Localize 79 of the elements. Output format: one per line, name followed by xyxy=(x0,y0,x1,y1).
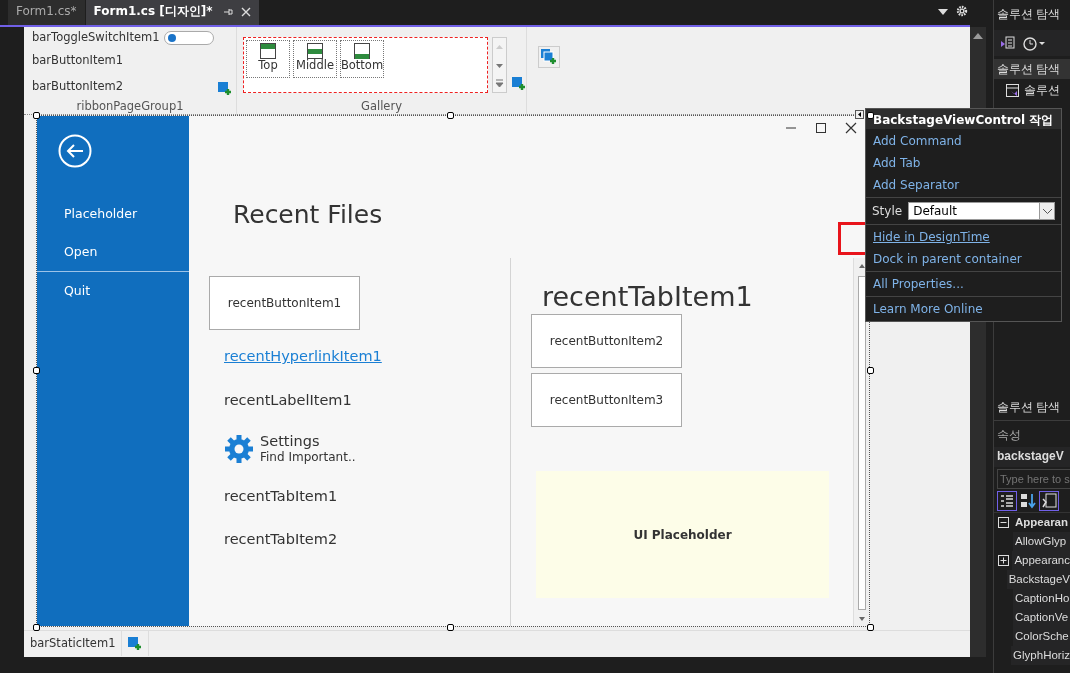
action-link[interactable]: Add Tab xyxy=(866,152,1061,174)
panel-title: BackstageViewControl 작업 xyxy=(866,109,1061,129)
action-link[interactable]: Add Separator xyxy=(866,174,1061,196)
scroll-track[interactable] xyxy=(857,276,866,610)
property-pages-icon[interactable] xyxy=(1039,490,1059,511)
add-item-icon[interactable] xyxy=(218,81,232,96)
gallery-item[interactable]: Top xyxy=(246,40,290,78)
field-label: Style xyxy=(872,203,903,220)
back-icon[interactable] xyxy=(58,134,92,168)
ribbon-item[interactable]: barToggleSwitchItem1 xyxy=(32,30,160,44)
collapse-icon[interactable] xyxy=(998,517,1009,529)
nav-item[interactable]: Quit xyxy=(37,272,189,310)
chevron-down-icon[interactable] xyxy=(1042,208,1052,214)
property-name[interactable]: AllowGlyp xyxy=(1013,531,1070,552)
pin-icon[interactable] xyxy=(222,6,233,17)
gallery-item[interactable]: Bottom xyxy=(340,40,384,78)
recent-button[interactable]: recentButtonItem2 xyxy=(531,314,682,368)
scrollbar[interactable] xyxy=(853,258,869,626)
backstage-tab[interactable]: recentTabItem2 xyxy=(224,531,338,548)
alignment-icon xyxy=(260,43,276,59)
pane-tab[interactable]: 솔루션 탐색 xyxy=(994,399,1070,422)
gear-icon xyxy=(224,433,254,464)
settings-icon[interactable] xyxy=(956,5,968,17)
ribbon-button[interactable]: barButtonItem1 xyxy=(32,53,124,67)
nav-item[interactable]: Placeholder xyxy=(37,195,189,233)
page-title: Recent Files xyxy=(232,199,384,231)
pane-title: 솔루션 탐색 xyxy=(996,7,1062,22)
sort-alphabetical-icon[interactable] xyxy=(1020,491,1036,510)
document-tab[interactable]: Form1.cs [디자인]* xyxy=(85,0,259,25)
property-name[interactable]: CaptionVe xyxy=(1013,607,1070,628)
smart-tag-icon[interactable] xyxy=(855,110,864,119)
property-name[interactable]: Appearanc xyxy=(1012,550,1070,571)
gallery-item[interactable]: Middle xyxy=(293,40,337,78)
toggle-knob-icon[interactable] xyxy=(167,33,176,42)
solution-icon xyxy=(1006,83,1021,98)
property-name[interactable]: BackstageV xyxy=(1006,569,1070,590)
action-link[interactable]: Add Command xyxy=(866,130,1061,152)
recent-button[interactable]: recentButtonItem1 xyxy=(209,276,360,330)
hyperlink[interactable]: recentHyperlinkItem1 xyxy=(224,348,382,364)
search-field[interactable]: 솔루션 탐색 xyxy=(994,59,1070,79)
property-name[interactable]: CaptionHo xyxy=(1013,588,1070,609)
toggle-switch[interactable] xyxy=(163,30,214,45)
expand-icon[interactable] xyxy=(998,555,1009,567)
label: recentLabelItem1 xyxy=(224,391,352,408)
search-field[interactable]: Type here to s xyxy=(997,469,1070,490)
property-name[interactable]: ColorSche xyxy=(1013,626,1070,647)
nav-item[interactable]: Open xyxy=(37,233,189,271)
gallery-scroller[interactable] xyxy=(492,37,507,93)
category-label[interactable]: Appearan xyxy=(1015,513,1069,533)
property-name[interactable]: GlyphHoriz xyxy=(1011,645,1070,666)
maximize-icon[interactable] xyxy=(815,122,827,134)
content-panel: UI Placeholder xyxy=(536,471,829,598)
object-name: backstageV xyxy=(994,447,1070,468)
document-icon[interactable] xyxy=(1000,35,1016,51)
add-group-icon[interactable] xyxy=(541,49,557,65)
backstage-tab[interactable]: recentTabItem1 xyxy=(224,487,338,504)
tree-item[interactable]: 솔루션 xyxy=(994,82,1070,100)
status-item[interactable]: barStaticItem1 xyxy=(24,631,123,656)
action-link[interactable]: Hide in DesignTime xyxy=(866,226,1061,248)
settings-command[interactable]: Settings Find Important.. xyxy=(224,433,356,464)
categorized-icon[interactable] xyxy=(997,490,1017,511)
pane-title: 속성 xyxy=(996,428,1022,444)
recent-button[interactable]: recentButtonItem3 xyxy=(531,373,682,427)
add-item-icon[interactable] xyxy=(512,76,526,91)
document-tab[interactable]: Form1.cs* xyxy=(8,0,85,25)
alignment-icon xyxy=(307,43,323,59)
tab-title: recentTabItem1 xyxy=(541,280,754,314)
style-dropdown[interactable]: Default xyxy=(908,202,1055,220)
close-icon[interactable] xyxy=(845,122,857,134)
action-link[interactable]: Dock in parent container xyxy=(866,248,1061,270)
add-item-icon[interactable] xyxy=(128,636,143,651)
history-icon[interactable] xyxy=(1022,35,1046,51)
group-caption: Gallery xyxy=(361,97,402,115)
action-link[interactable]: Learn More Online xyxy=(866,298,1061,320)
dropdown-icon[interactable] xyxy=(938,9,948,15)
ribbon-button[interactable]: barButtonItem2 xyxy=(32,79,124,93)
alignment-icon xyxy=(354,43,370,59)
group-caption: ribbonPageGroup1 xyxy=(76,97,184,115)
action-link[interactable]: All Properties... xyxy=(866,273,1061,295)
